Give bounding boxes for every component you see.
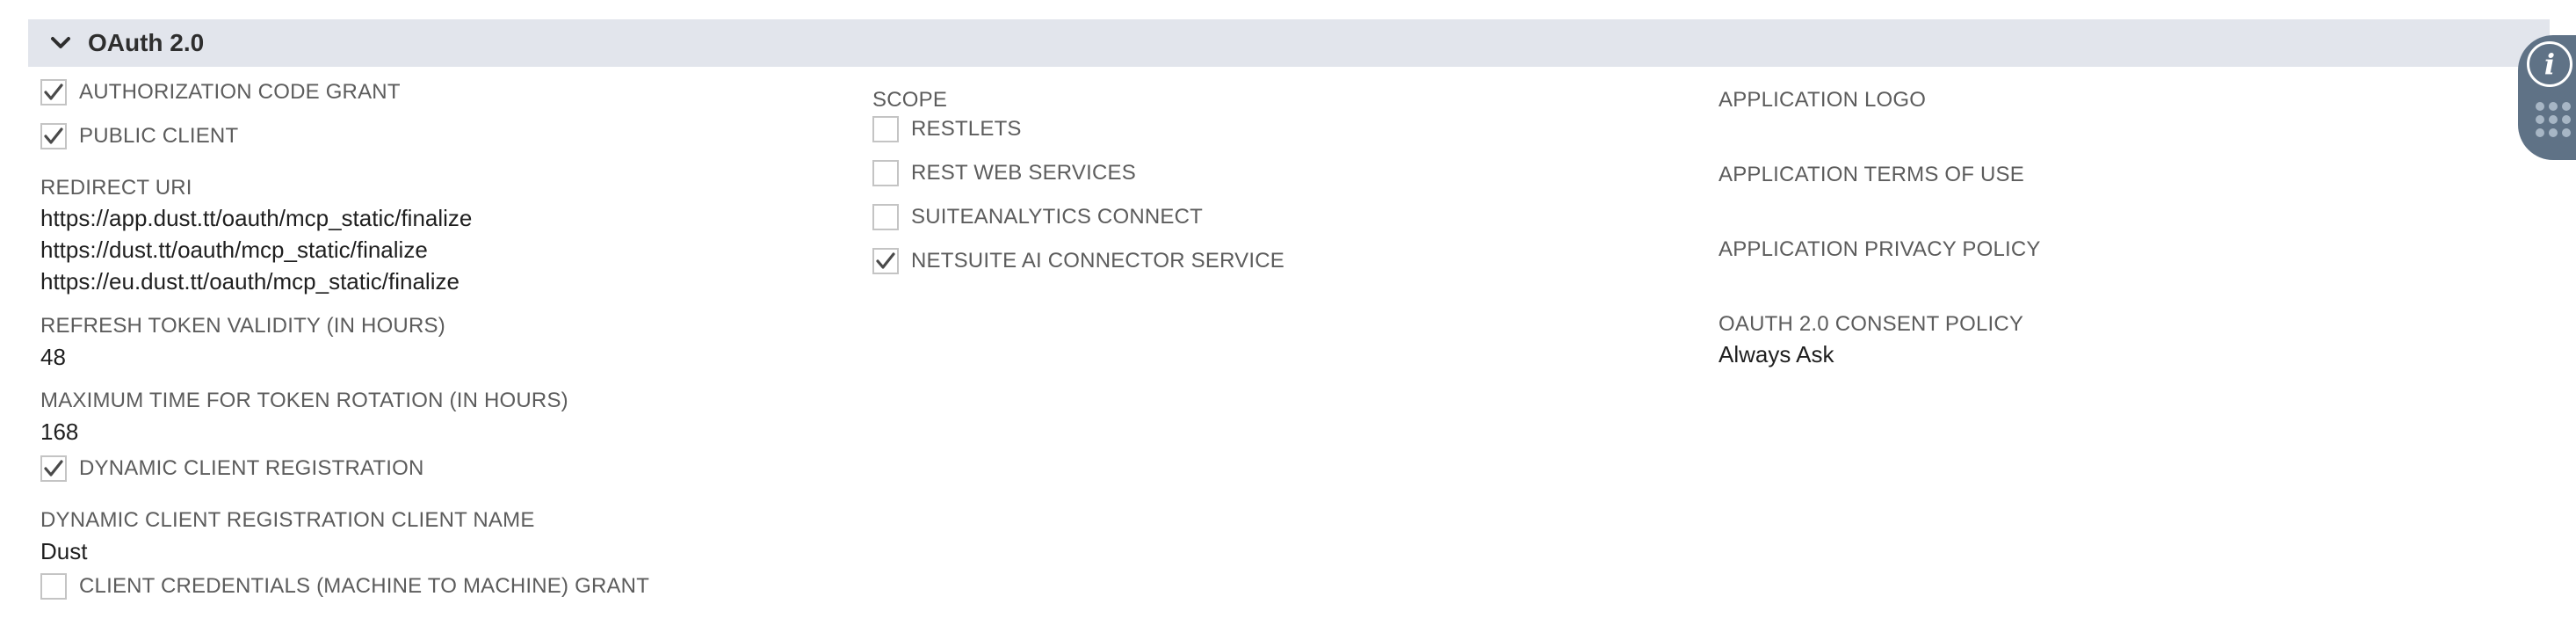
authorization-code-grant-field: AUTHORIZATION CODE GRANT bbox=[40, 79, 401, 106]
application-logo-label: APPLICATION LOGO bbox=[1719, 88, 1927, 112]
client-credentials-grant-checkbox[interactable] bbox=[40, 573, 67, 600]
refresh-token-validity-label: REFRESH TOKEN VALIDITY (IN HOURS) bbox=[40, 314, 445, 338]
scope-restlets-label: RESTLETS bbox=[911, 117, 1022, 141]
grid-dots-icon[interactable] bbox=[2534, 100, 2572, 139]
scope-rest-web-services-checkbox[interactable] bbox=[872, 160, 899, 186]
oauth-consent-policy-label: OAUTH 2.0 CONSENT POLICY bbox=[1719, 312, 2024, 336]
public-client-field: PUBLIC CLIENT bbox=[40, 123, 238, 149]
scope-netsuite-ai-connector-field: NETSUITE AI CONNECTOR SERVICE bbox=[872, 248, 1284, 274]
scope-netsuite-ai-connector-label: NETSUITE AI CONNECTOR SERVICE bbox=[911, 249, 1284, 273]
client-credentials-grant-label: CLIENT CREDENTIALS (MACHINE TO MACHINE) … bbox=[79, 574, 650, 598]
max-token-rotation-value: 168 bbox=[40, 418, 79, 445]
dcr-client-name-label: DYNAMIC CLIENT REGISTRATION CLIENT NAME bbox=[40, 508, 535, 532]
chevron-down-icon[interactable] bbox=[47, 30, 74, 56]
client-credentials-grant-field: CLIENT CREDENTIALS (MACHINE TO MACHINE) … bbox=[40, 573, 649, 600]
redirect-uri-value-3: https://eu.dust.tt/oauth/mcp_static/fina… bbox=[40, 268, 459, 295]
checkmark-icon bbox=[44, 127, 63, 144]
authorization-code-grant-checkbox[interactable] bbox=[40, 79, 67, 106]
oauth-consent-policy-value: Always Ask bbox=[1719, 341, 1834, 367]
max-token-rotation-label: MAXIMUM TIME FOR TOKEN ROTATION (IN HOUR… bbox=[40, 389, 568, 412]
scope-suiteanalytics-connect-label: SUITEANALYTICS CONNECT bbox=[911, 205, 1203, 229]
refresh-token-validity-value: 48 bbox=[40, 344, 66, 370]
redirect-uri-value-1: https://app.dust.tt/oauth/mcp_static/fin… bbox=[40, 205, 473, 231]
application-terms-of-use-label: APPLICATION TERMS OF USE bbox=[1719, 163, 2024, 186]
dcr-client-name-value: Dust bbox=[40, 538, 88, 564]
oauth-section-header[interactable]: OAuth 2.0 bbox=[28, 19, 2550, 67]
scope-suiteanalytics-connect-field: SUITEANALYTICS CONNECT bbox=[872, 204, 1203, 230]
authorization-code-grant-label: AUTHORIZATION CODE GRANT bbox=[79, 80, 401, 104]
section-title: OAuth 2.0 bbox=[88, 29, 205, 56]
info-icon[interactable]: i bbox=[2527, 41, 2572, 87]
redirect-uri-label: REDIRECT URI bbox=[40, 176, 192, 200]
scope-label: SCOPE bbox=[872, 88, 948, 112]
scope-restlets-checkbox[interactable] bbox=[872, 116, 899, 142]
application-privacy-policy-label: APPLICATION PRIVACY POLICY bbox=[1719, 237, 2041, 261]
dynamic-client-registration-checkbox[interactable] bbox=[40, 455, 67, 482]
public-client-label: PUBLIC CLIENT bbox=[79, 124, 239, 148]
scope-rest-web-services-label: REST WEB SERVICES bbox=[911, 161, 1136, 185]
scope-netsuite-ai-connector-checkbox[interactable] bbox=[872, 248, 899, 274]
scope-rest-web-services-field: REST WEB SERVICES bbox=[872, 160, 1136, 186]
checkmark-icon bbox=[44, 84, 63, 100]
scope-suiteanalytics-connect-checkbox[interactable] bbox=[872, 204, 899, 230]
dynamic-client-registration-field: DYNAMIC CLIENT REGISTRATION bbox=[40, 455, 424, 482]
scope-restlets-field: RESTLETS bbox=[872, 116, 1022, 142]
side-help-widget: i bbox=[2518, 35, 2576, 160]
redirect-uri-value-2: https://dust.tt/oauth/mcp_static/finaliz… bbox=[40, 236, 428, 263]
checkmark-icon bbox=[44, 460, 63, 477]
dynamic-client-registration-label: DYNAMIC CLIENT REGISTRATION bbox=[79, 456, 424, 480]
checkmark-icon bbox=[876, 252, 895, 269]
public-client-checkbox[interactable] bbox=[40, 123, 67, 149]
